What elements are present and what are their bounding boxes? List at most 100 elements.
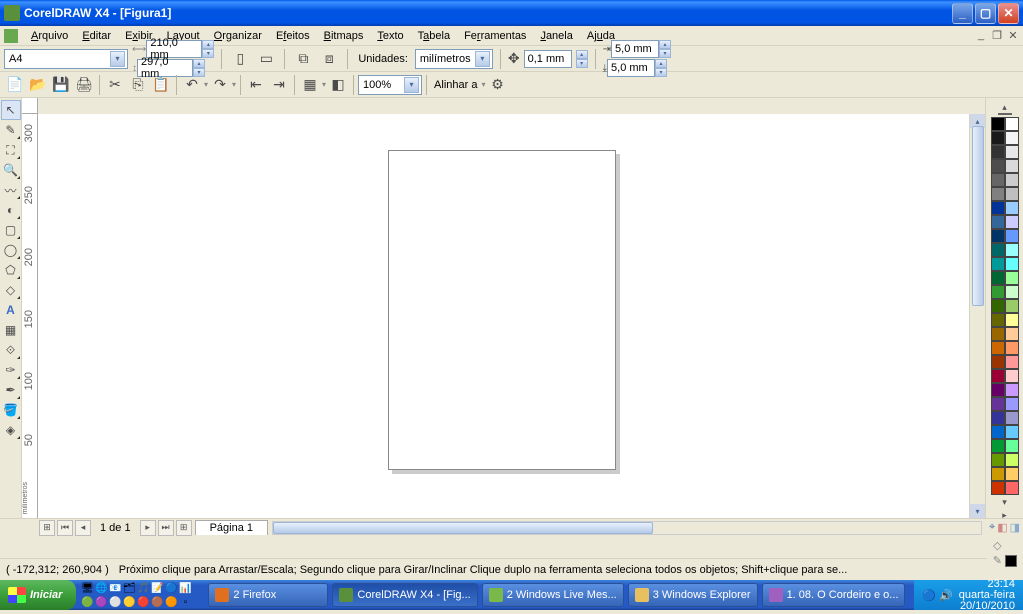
export-button[interactable]: ⇥ [268, 74, 290, 96]
portrait-button[interactable]: ▯ [229, 48, 251, 70]
color-swatch[interactable] [991, 173, 1005, 187]
no-color-swatch[interactable] [998, 113, 1012, 115]
cut-button[interactable]: ✂ [104, 74, 126, 96]
add-page-after-button[interactable]: ⊞ [176, 520, 192, 536]
import-button[interactable]: ⇤ [245, 74, 267, 96]
taskbar-item[interactable]: 1. 08. O Cordeiro e o... [762, 583, 906, 607]
scroll-thumb[interactable] [972, 126, 984, 306]
ql-icon[interactable]: 🗂 [122, 581, 136, 595]
color-swatch[interactable] [1005, 327, 1019, 341]
dup-x-spinner[interactable]: ▴▾ [659, 40, 671, 58]
color-swatch[interactable] [991, 369, 1005, 383]
color-swatch[interactable] [991, 215, 1005, 229]
vertical-scrollbar[interactable]: ▴ ▾ [969, 114, 985, 518]
units-dropdown[interactable]: milímetros ▾ [415, 49, 493, 69]
options-button[interactable]: ⚙ [486, 74, 508, 96]
color-swatch[interactable] [991, 131, 1005, 145]
add-page-button[interactable]: ⊞ [39, 520, 55, 536]
color-swatch[interactable] [1005, 271, 1019, 285]
app-launcher-button[interactable]: ▦ [299, 74, 321, 96]
color-swatch[interactable] [1005, 299, 1019, 313]
color-swatch[interactable] [1005, 481, 1019, 495]
ql-icon[interactable]: 📝 [150, 581, 164, 595]
zoom-dropdown[interactable]: 100% ▾ [358, 75, 422, 95]
ellipse-tool[interactable]: ◯ [1, 240, 21, 260]
color-swatch[interactable] [1005, 453, 1019, 467]
copy-button[interactable]: ⎘ [127, 74, 149, 96]
palette-scroll-up[interactable]: ▴ [1002, 102, 1007, 113]
menu-arquivo[interactable]: Arquivo [24, 28, 75, 44]
palette-scroll-down[interactable]: ▾ [1002, 497, 1007, 508]
color-swatch[interactable] [991, 201, 1005, 215]
color-swatch[interactable] [991, 285, 1005, 299]
taskbar-item[interactable]: 2 Windows Live Mes... [482, 583, 624, 607]
color-swatch[interactable] [991, 257, 1005, 271]
palette-flyout[interactable]: ▸ [1002, 510, 1007, 521]
doc-restore-button[interactable]: ❐ [989, 29, 1005, 42]
fill-tool[interactable]: 🪣 [1, 400, 21, 420]
undo-button[interactable]: ↶ [181, 74, 203, 96]
paste-button[interactable]: 📋 [150, 74, 172, 96]
open-button[interactable]: 📂 [27, 74, 49, 96]
ql-icon[interactable]: 🟠 [164, 595, 178, 609]
color-swatch[interactable] [1005, 313, 1019, 327]
color-proof-icon[interactable]: ◧ [997, 521, 1007, 534]
menu-ferramentas[interactable]: Ferramentas [457, 28, 533, 44]
color-swatch[interactable] [1005, 145, 1019, 159]
color-swatch[interactable] [991, 145, 1005, 159]
nudge-spinner[interactable]: ▴▾ [576, 50, 588, 68]
ql-icon[interactable]: 🟤 [150, 595, 164, 609]
ql-icon[interactable]: ▫ [178, 595, 192, 609]
doc-minimize-button[interactable]: _ [973, 29, 989, 42]
scroll-down-arrow[interactable]: ▾ [970, 504, 985, 518]
color-swatch[interactable] [1005, 397, 1019, 411]
freehand-tool[interactable]: 〰 [1, 180, 21, 200]
print-button[interactable]: 🖨 [73, 74, 95, 96]
color-swatch[interactable] [991, 243, 1005, 257]
color-swatch[interactable] [1005, 131, 1019, 145]
crop-tool[interactable]: ⛶ [1, 140, 21, 160]
dup-y-input[interactable]: 5,0 mm [607, 59, 655, 77]
color-swatch[interactable] [991, 383, 1005, 397]
menu-organizar[interactable]: Organizar [207, 28, 269, 44]
color-swatch[interactable] [991, 467, 1005, 481]
color-swatch[interactable] [991, 397, 1005, 411]
color-swatch[interactable] [991, 271, 1005, 285]
ruler-vertical[interactable]: milímetros 30025020015010050 [22, 114, 38, 518]
ql-icon[interactable]: 📧 [108, 581, 122, 595]
color-swatch[interactable] [1005, 467, 1019, 481]
shape-tool[interactable]: ✎ [1, 120, 21, 140]
color-swatch[interactable] [1005, 411, 1019, 425]
all-pages-button[interactable]: ⧉ [292, 48, 314, 70]
page-tab[interactable]: Página 1 [195, 520, 268, 535]
color-swatch[interactable] [1005, 215, 1019, 229]
outline-color-indicator[interactable] [1005, 555, 1017, 567]
minimize-button[interactable]: _ [952, 3, 973, 24]
nudge-input[interactable]: 0,1 mm [524, 50, 572, 68]
align-dropdown-arrow[interactable]: ▾ [481, 80, 485, 89]
menu-janela[interactable]: Janela [533, 28, 579, 44]
taskbar-item[interactable]: 3 Windows Explorer [628, 583, 758, 607]
ql-icon[interactable]: 🟣 [94, 595, 108, 609]
color-swatch[interactable] [1005, 425, 1019, 439]
color-swatch[interactable] [1005, 355, 1019, 369]
color-swatch[interactable] [1005, 117, 1019, 131]
menu-tabela[interactable]: Tabela [411, 28, 457, 44]
dup-y-spinner[interactable]: ▴▾ [655, 59, 667, 77]
ql-icon[interactable]: 🟢 [80, 595, 94, 609]
redo-button[interactable]: ↷ [209, 74, 231, 96]
color-swatch[interactable] [1005, 229, 1019, 243]
last-page-button[interactable]: ⏭ [158, 520, 174, 536]
welcome-button[interactable]: ◧ [327, 74, 349, 96]
outline-tool[interactable]: ✒ [1, 380, 21, 400]
navigator-icon[interactable]: ⌖ [989, 521, 995, 534]
menu-bitmaps[interactable]: Bitmaps [317, 28, 371, 44]
tray-clock[interactable]: 23:14 quarta-feira 20/10/2010 [959, 579, 1015, 612]
save-button[interactable]: 💾 [50, 74, 72, 96]
table-tool[interactable]: ▦ [1, 320, 21, 340]
color-swatch[interactable] [1005, 173, 1019, 187]
text-tool[interactable]: A [1, 300, 21, 320]
start-button[interactable]: Iniciar [0, 580, 76, 610]
color-swatch[interactable] [1005, 383, 1019, 397]
ql-icon[interactable]: 🎵 [136, 581, 150, 595]
